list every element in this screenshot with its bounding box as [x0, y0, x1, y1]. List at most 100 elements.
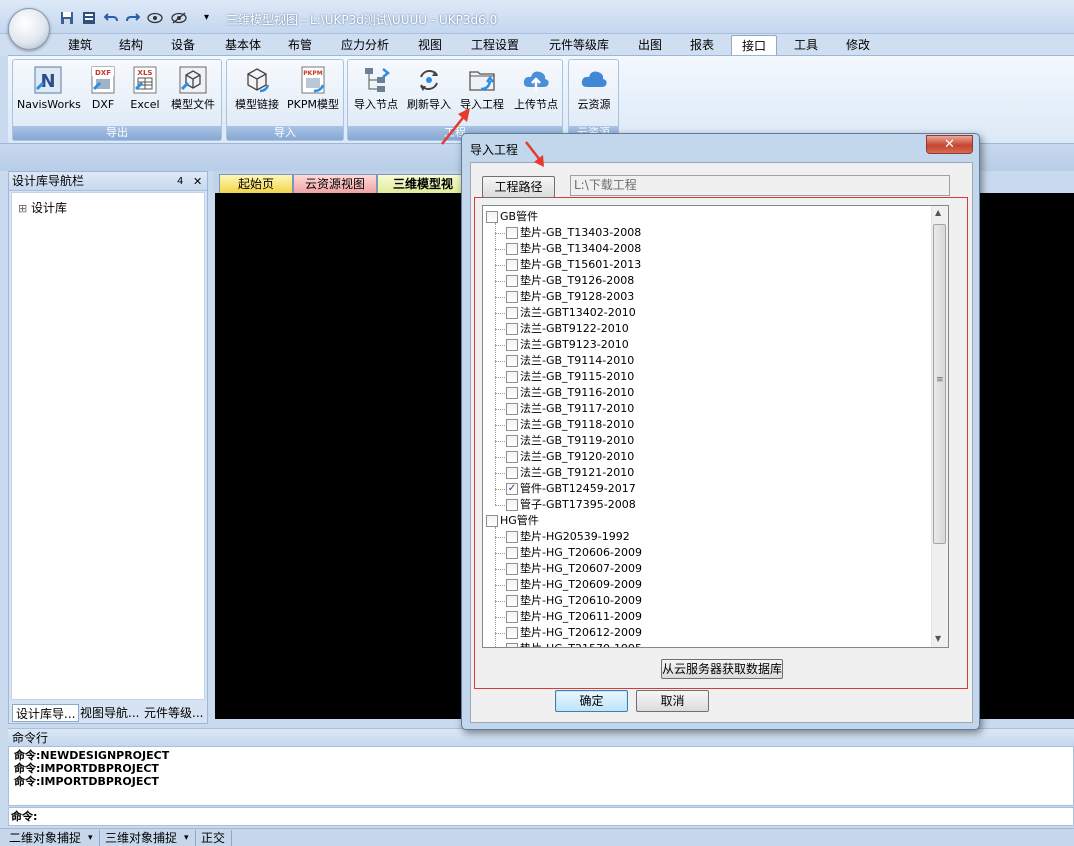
- dxf-button[interactable]: DXF DXF: [85, 64, 121, 112]
- scroll-down-icon[interactable]: ▼: [935, 634, 941, 643]
- import-node-button[interactable]: 导入节点: [350, 64, 402, 112]
- tree-checkbox[interactable]: [486, 515, 498, 527]
- tree-checkbox[interactable]: [506, 403, 518, 415]
- tree-item[interactable]: ✓ 管件-GBT12459-2017: [483, 481, 923, 497]
- tab-modify[interactable]: 修改: [838, 35, 878, 55]
- tree-item[interactable]: 垫片-GB_T9126-2008: [483, 273, 923, 289]
- save-icon[interactable]: [58, 10, 76, 26]
- tab-report[interactable]: 报表: [682, 35, 722, 55]
- tree-item[interactable]: 法兰-GB_T9116-2010: [483, 385, 923, 401]
- tree-item[interactable]: 垫片-GB_T15601-2013: [483, 257, 923, 273]
- ortho-toggle[interactable]: 正交: [198, 830, 232, 846]
- tree-checkbox[interactable]: [506, 451, 518, 463]
- tree-item[interactable]: 垫片-HG_T20612-2009: [483, 625, 923, 641]
- tab-drawing[interactable]: 出图: [630, 35, 670, 55]
- tree-category[interactable]: HG管件: [483, 513, 923, 529]
- tree-checkbox[interactable]: [506, 259, 518, 271]
- tab-equipment[interactable]: 设备: [163, 35, 203, 55]
- tree-item[interactable]: 法兰-GB_T9114-2010: [483, 353, 923, 369]
- tree-item[interactable]: 管子-GBT17395-2008: [483, 497, 923, 513]
- tree-category[interactable]: GB管件: [483, 209, 923, 225]
- tree-item-design-library[interactable]: ⊞ 设计库: [18, 199, 67, 216]
- tree-checkbox[interactable]: [506, 419, 518, 431]
- save-as-icon[interactable]: [80, 10, 98, 26]
- close-icon[interactable]: ✕: [193, 172, 202, 191]
- pin-icon[interactable]: 4: [177, 172, 183, 191]
- tree-checkbox[interactable]: [506, 531, 518, 543]
- project-path-button[interactable]: 工程路径: [482, 176, 555, 198]
- tree-checkbox[interactable]: [506, 643, 518, 647]
- fetch-cloud-database-button[interactable]: 从云服务器获取数据库: [661, 659, 783, 679]
- tree-checkbox[interactable]: [506, 627, 518, 639]
- scroll-thumb[interactable]: ≡: [933, 224, 946, 544]
- model-file-button[interactable]: 模型文件: [167, 64, 219, 112]
- tab-project-settings[interactable]: 工程设置: [464, 35, 526, 55]
- tree-item[interactable]: 垫片-HG_T20611-2009: [483, 609, 923, 625]
- tree-checkbox[interactable]: [506, 611, 518, 623]
- undo-icon[interactable]: [102, 10, 120, 26]
- tree-checkbox[interactable]: [506, 547, 518, 559]
- navisworks-button[interactable]: N NavisWorks: [17, 64, 81, 112]
- tab-component-grade[interactable]: 元件等级...: [141, 704, 206, 722]
- pkpm-model-button[interactable]: PKPM PKPM模型: [285, 64, 341, 112]
- tab-start-page[interactable]: 起始页: [219, 174, 293, 193]
- tree-item[interactable]: 法兰-GB_T9117-2010: [483, 401, 923, 417]
- 3d-viewport-right[interactable]: [980, 193, 1074, 719]
- tab-piping[interactable]: 布管: [280, 35, 320, 55]
- tree-item[interactable]: 法兰-GBT9122-2010: [483, 321, 923, 337]
- tree-item[interactable]: 法兰-GB_T9119-2010: [483, 433, 923, 449]
- 3d-object-snap-toggle[interactable]: 三维对象捕捉 ▾: [102, 830, 196, 846]
- tree-item[interactable]: 法兰-GB_T9118-2010: [483, 417, 923, 433]
- tree-checkbox[interactable]: [506, 595, 518, 607]
- qat-dropdown-icon[interactable]: ▾: [204, 12, 209, 23]
- excel-button[interactable]: XLS Excel: [127, 64, 163, 112]
- tree-checkbox[interactable]: ✓: [506, 483, 518, 495]
- tree-item[interactable]: 法兰-GBT13402-2010: [483, 305, 923, 321]
- expand-icon[interactable]: ⊞: [18, 202, 27, 215]
- tree-checkbox[interactable]: [486, 211, 498, 223]
- tab-architecture[interactable]: 建筑: [60, 35, 100, 55]
- tree-checkbox[interactable]: [506, 339, 518, 351]
- tab-design-library-nav[interactable]: 设计库导...: [12, 704, 80, 722]
- tree-checkbox[interactable]: [506, 579, 518, 591]
- 3d-viewport[interactable]: [215, 193, 465, 719]
- dropdown-arrow-icon[interactable]: ▾: [184, 830, 189, 846]
- tab-basic-solid[interactable]: 基本体: [218, 35, 268, 55]
- tree-item[interactable]: 法兰-GB_T9120-2010: [483, 449, 923, 465]
- tree-item[interactable]: 垫片-HG_T20609-2009: [483, 577, 923, 593]
- tree-item[interactable]: 垫片-GB_T13403-2008: [483, 225, 923, 241]
- tree-checkbox[interactable]: [506, 291, 518, 303]
- vertical-scrollbar[interactable]: ▲ ≡ ▼: [931, 206, 948, 647]
- ok-button[interactable]: 确定: [555, 690, 628, 712]
- tab-tools[interactable]: 工具: [786, 35, 826, 55]
- tree-checkbox[interactable]: [506, 499, 518, 511]
- tree-item[interactable]: 法兰-GB_T9115-2010: [483, 369, 923, 385]
- tab-interface[interactable]: 接口: [731, 35, 777, 55]
- dialog-close-button[interactable]: ✕: [926, 135, 973, 154]
- project-path-field[interactable]: L:\下载工程: [570, 175, 950, 196]
- tree-item[interactable]: 垫片-HG_T20610-2009: [483, 593, 923, 609]
- scroll-up-icon[interactable]: ▲: [935, 208, 941, 217]
- tree-item[interactable]: 垫片-GB_T13404-2008: [483, 241, 923, 257]
- tab-component-grade-library[interactable]: 元件等级库: [542, 35, 616, 55]
- hide-icon[interactable]: [170, 10, 188, 26]
- tree-item[interactable]: 垫片-HG_T20606-2009: [483, 545, 923, 561]
- tree-checkbox[interactable]: [506, 323, 518, 335]
- tab-view-nav[interactable]: 视图导航...: [77, 704, 142, 722]
- tree-item[interactable]: 法兰-GBT9123-2010: [483, 337, 923, 353]
- tab-structure[interactable]: 结构: [111, 35, 151, 55]
- tree-checkbox[interactable]: [506, 307, 518, 319]
- tree-item[interactable]: 垫片-GB_T9128-2003: [483, 289, 923, 305]
- 2d-object-snap-toggle[interactable]: 二维对象捕捉 ▾: [6, 830, 100, 846]
- tab-cloud-resource-view[interactable]: 云资源视图: [293, 174, 377, 193]
- tree-checkbox[interactable]: [506, 275, 518, 287]
- tree-item[interactable]: 垫片-HG20539-1992: [483, 529, 923, 545]
- redo-icon[interactable]: [124, 10, 142, 26]
- tree-checkbox[interactable]: [506, 387, 518, 399]
- tree-checkbox[interactable]: [506, 435, 518, 447]
- tree-item[interactable]: 垫片-HG_T20607-2009: [483, 561, 923, 577]
- tree-item[interactable]: 垫片-HG_T21570-1995: [483, 641, 923, 647]
- tab-view[interactable]: 视图: [410, 35, 450, 55]
- tree-checkbox[interactable]: [506, 243, 518, 255]
- tree-checkbox[interactable]: [506, 563, 518, 575]
